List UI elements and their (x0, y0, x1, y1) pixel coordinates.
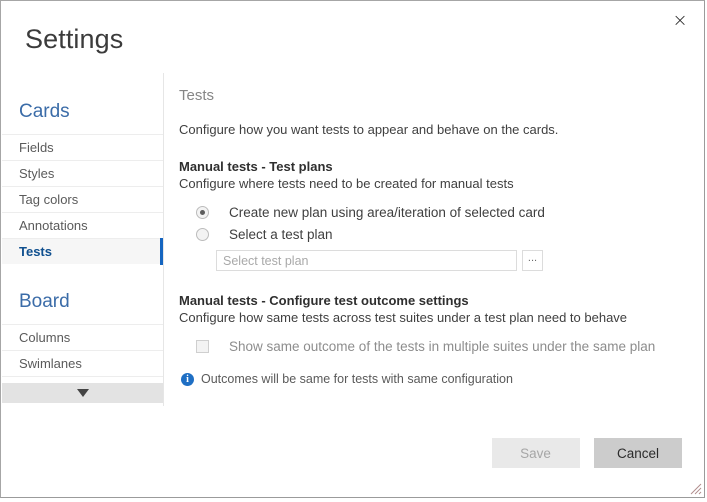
sidebar-item-fields[interactable]: Fields (2, 134, 163, 160)
test-plan-input[interactable] (216, 250, 517, 271)
radio-label-select-test-plan: Select a test plan (229, 227, 333, 242)
radio-label-create-new-plan: Create new plan using area/iteration of … (229, 205, 545, 220)
radio-option-select-test-plan[interactable]: Select a test plan (179, 227, 688, 242)
content-pane-title: Tests (179, 87, 215, 104)
sidebar-item-annotations[interactable]: Annotations (2, 212, 163, 238)
chevron-down-icon (76, 389, 89, 397)
sidebar-group-title-board: Board (19, 291, 70, 312)
sidebar-item-styles[interactable]: Styles (2, 160, 163, 186)
section-heading-test-plans: Manual tests - Test plans (179, 159, 333, 174)
test-plan-picker-row: ... (179, 250, 688, 271)
checkbox-row-same-outcome[interactable]: Show same outcome of the tests in multip… (179, 339, 688, 354)
section-heading-outcome-settings: Manual tests - Configure test outcome se… (179, 293, 469, 308)
checkbox-same-outcome[interactable] (196, 340, 209, 353)
sidebar-item-swimlanes[interactable]: Swimlanes (2, 350, 163, 376)
sidebar-item-tag-colors[interactable]: Tag colors (2, 186, 163, 212)
settings-dialog: Settings × Cards Fields Styles Tag color… (0, 0, 705, 498)
cancel-button[interactable]: Cancel (594, 438, 682, 468)
close-icon[interactable]: × (664, 6, 696, 36)
page-title: Settings (25, 24, 124, 54)
info-message-text: Outcomes will be same for tests with sam… (201, 372, 513, 386)
settings-content-pane: Tests Configure how you want tests to ap… (179, 87, 688, 386)
checkbox-label-same-outcome: Show same outcome of the tests in multip… (229, 339, 656, 354)
content-pane-description: Configure how you want tests to appear a… (179, 122, 559, 137)
sidebar-item-columns[interactable]: Columns (2, 324, 163, 350)
radio-option-create-new-plan[interactable]: Create new plan using area/iteration of … (179, 205, 688, 220)
radio-button-select-test-plan[interactable] (196, 228, 209, 241)
resize-grip-icon[interactable] (690, 483, 702, 495)
sidebar-scroll-down-button[interactable] (2, 383, 163, 403)
settings-sidebar: Cards Fields Styles Tag colors Annotatio… (2, 73, 163, 496)
sidebar-group-title-cards: Cards (19, 101, 70, 122)
section-subheading-outcome-settings: Configure how same tests across test sui… (179, 310, 628, 325)
radio-button-create-new-plan[interactable] (196, 206, 209, 219)
dialog-footer: Save Cancel (491, 438, 682, 468)
save-button[interactable]: Save (491, 438, 580, 468)
info-icon: i (181, 372, 194, 386)
browse-test-plan-button[interactable]: ... (522, 250, 543, 271)
sidebar-item-tests[interactable]: Tests (2, 238, 163, 265)
info-message-row: i Outcomes will be same for tests with s… (179, 372, 688, 386)
dialog-titlebar: Settings × (1, 1, 704, 73)
sidebar-divider (163, 73, 164, 406)
section-subheading-test-plans: Configure where tests need to be created… (179, 176, 514, 191)
